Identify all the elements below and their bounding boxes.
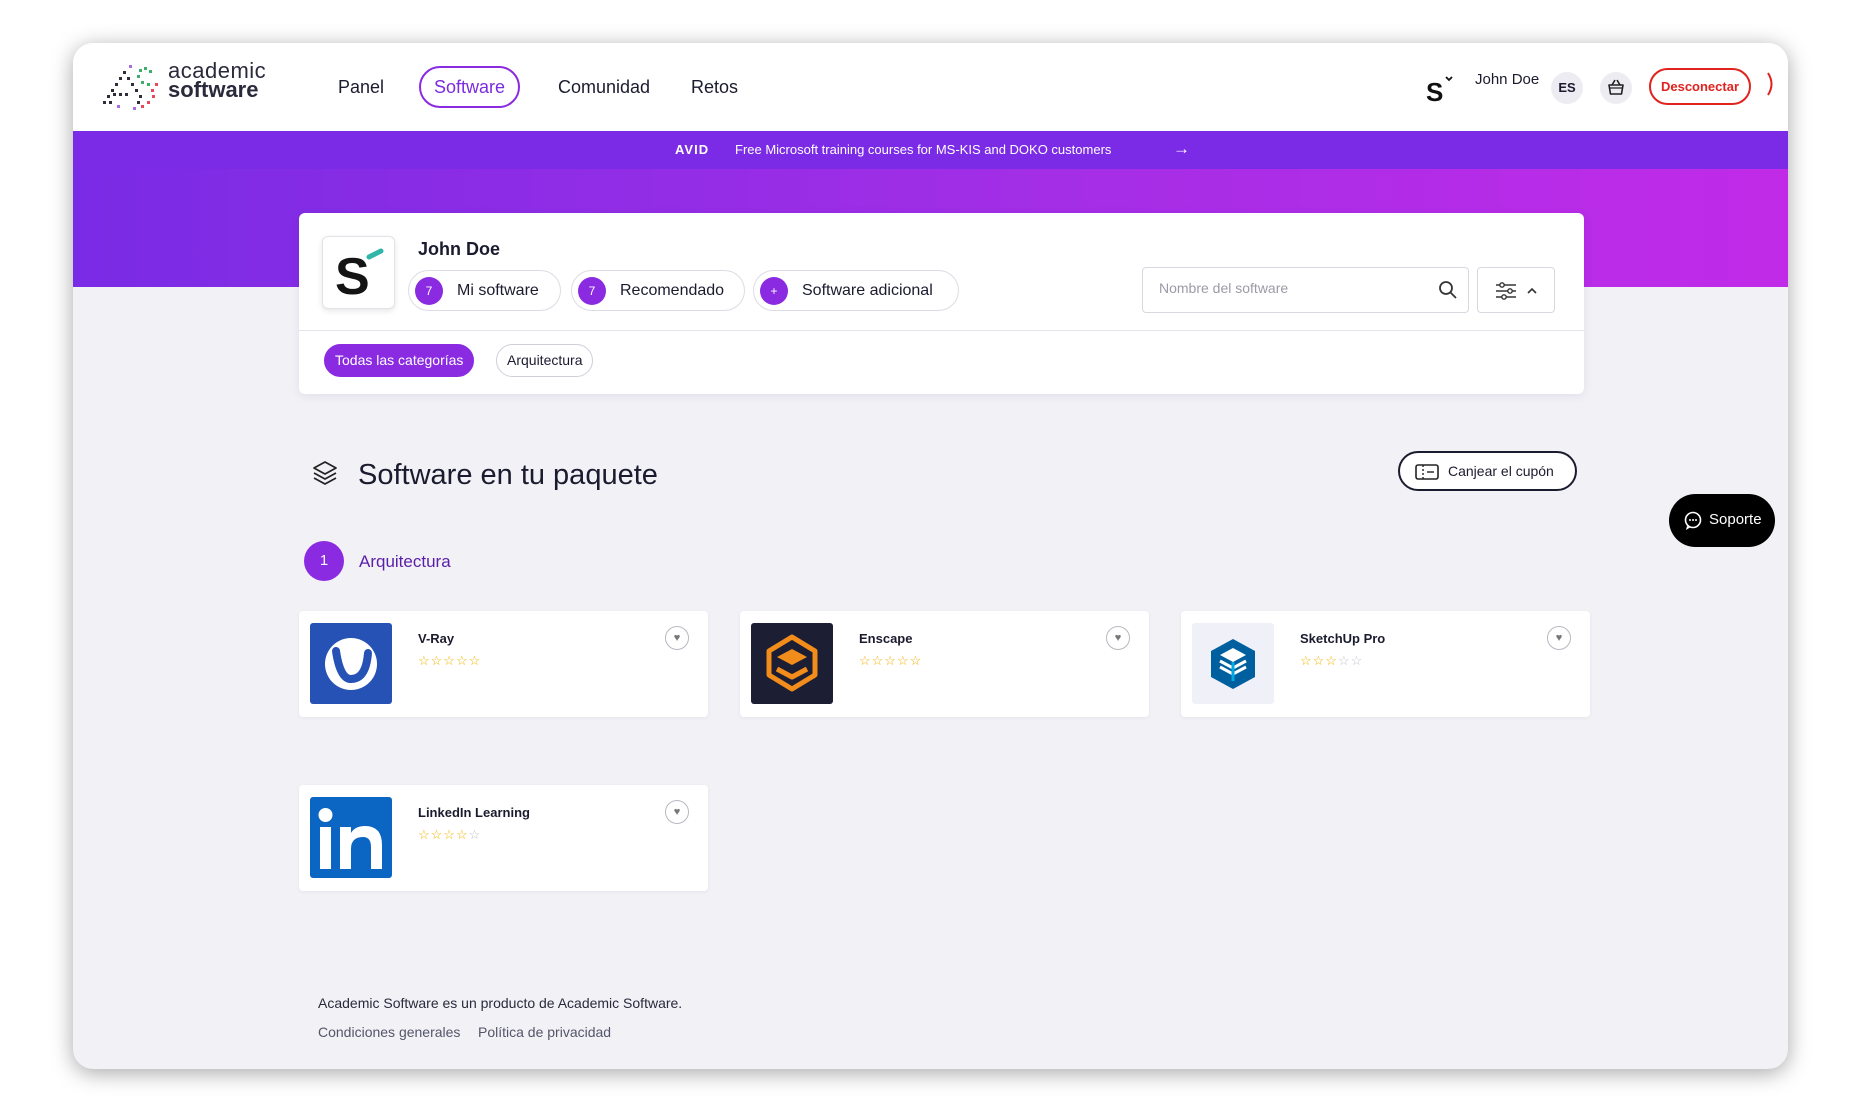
cart-button[interactable]: [1600, 72, 1632, 104]
nav-retos[interactable]: Retos: [691, 66, 738, 108]
app-window: academic software Panel Software Comunid…: [73, 43, 1788, 1069]
search-input[interactable]: [1159, 280, 1429, 296]
logo-text: academic software: [168, 60, 266, 102]
category-count-badge: 1: [304, 541, 344, 581]
arrow-right-icon[interactable]: →: [1173, 139, 1190, 159]
banner-text: Free Microsoft training courses for MS-K…: [735, 142, 1112, 157]
footer-copyright: Academic Software es un producto de Acad…: [318, 995, 683, 1011]
user-name[interactable]: John Doe: [1475, 71, 1539, 88]
overflow-arc-icon: [1766, 71, 1776, 97]
section-title: Software en tu paquete: [358, 459, 658, 491]
profile-name: John Doe: [418, 239, 501, 259]
pill-software-adicional[interactable]: + Software adicional: [753, 270, 959, 311]
vray-logo-icon: [310, 623, 392, 704]
academic-software-logo[interactable]: academic software: [99, 60, 279, 113]
favorite-heart-icon[interactable]: ♥: [665, 800, 689, 824]
rating-stars[interactable]: ☆☆☆☆☆: [418, 827, 481, 843]
card-divider: [299, 330, 1584, 331]
footer-link-terms[interactable]: Condiciones generales: [318, 1024, 460, 1040]
pill-label: Mi software: [457, 282, 539, 299]
layers-icon: [311, 458, 339, 491]
avatar: S: [322, 236, 395, 309]
footer-link-privacy[interactable]: Política de privacidad: [478, 1024, 611, 1040]
favorite-heart-icon[interactable]: ♥: [1106, 626, 1130, 650]
pill-count: 7: [578, 277, 606, 305]
category-chip-all[interactable]: Todas las categorías: [324, 344, 475, 377]
pill-count: 7: [415, 277, 443, 305]
pill-label: Recomendado: [620, 282, 725, 299]
s-switcher-icon[interactable]: S: [1426, 71, 1456, 107]
pill-label: Software adicional: [802, 282, 933, 299]
redeem-coupon-button[interactable]: Canjear el cupón: [1398, 451, 1577, 491]
chat-bubble-icon: [1683, 511, 1703, 535]
rating-stars[interactable]: ☆☆☆☆☆: [859, 653, 922, 669]
pill-mi-software[interactable]: 7 Mi software: [408, 270, 561, 311]
language-switch[interactable]: ES: [1551, 72, 1583, 104]
product-card-vray[interactable]: V-Ray ☆☆☆☆☆ ♥: [299, 611, 708, 717]
enscape-logo-icon: [751, 623, 833, 704]
rating-stars[interactable]: ☆☆☆☆☆: [418, 653, 481, 669]
avid-logo: AVID: [675, 142, 710, 157]
category-title: Arquitectura: [359, 552, 451, 571]
product-card-enscape[interactable]: Enscape ☆☆☆☆☆ ♥: [740, 611, 1149, 717]
favorite-heart-icon[interactable]: ♥: [665, 626, 689, 650]
category-chip-arquitectura[interactable]: Arquitectura: [496, 344, 594, 377]
favorite-heart-icon[interactable]: ♥: [1547, 626, 1571, 650]
product-name: V-Ray: [418, 631, 455, 646]
product-card-sketchup[interactable]: SketchUp Pro ☆☆☆☆☆ ♥: [1181, 611, 1590, 717]
support-label: Soporte: [1709, 511, 1762, 528]
promo-banner[interactable]: AVID Free Microsoft training courses for…: [73, 131, 1788, 169]
rating-stars[interactable]: ☆☆☆☆☆: [1300, 653, 1363, 669]
sketchup-logo-icon: [1192, 623, 1274, 704]
product-name: SketchUp Pro: [1300, 631, 1386, 646]
product-name: LinkedIn Learning: [418, 805, 530, 820]
support-button[interactable]: Soporte: [1669, 494, 1775, 547]
search-icon[interactable]: [1438, 280, 1458, 305]
profile-card: S John Doe 7 Mi software 7 Recomendado +…: [299, 213, 1584, 394]
filter-toggle-button[interactable]: [1477, 267, 1555, 313]
pill-recomendado[interactable]: 7 Recomendado: [571, 270, 745, 311]
logout-button[interactable]: Desconectar: [1649, 68, 1751, 105]
nav-comunidad[interactable]: Comunidad: [558, 66, 650, 108]
product-name: Enscape: [859, 631, 913, 646]
basket-icon: [1608, 79, 1624, 95]
nav-panel[interactable]: Panel: [338, 66, 384, 108]
s-brand-icon: S: [335, 248, 384, 306]
product-card-linkedin[interactable]: LinkedIn Learning ☆☆☆☆☆ ♥: [299, 785, 708, 891]
coupon-label: Canjear el cupón: [1448, 463, 1554, 479]
linkedin-logo-icon: [310, 797, 392, 878]
nav-software[interactable]: Software: [419, 66, 521, 108]
logo-line-2: software: [168, 77, 259, 102]
logo-mark-icon: [103, 65, 158, 110]
top-navbar: academic software Panel Software Comunid…: [73, 43, 1788, 131]
software-search: [1142, 267, 1469, 313]
pill-count: +: [760, 277, 788, 305]
ticket-icon: [1415, 463, 1439, 484]
svg-text:S: S: [1426, 77, 1443, 105]
svg-text:S: S: [335, 248, 370, 306]
sliders-icon: [1496, 282, 1537, 300]
